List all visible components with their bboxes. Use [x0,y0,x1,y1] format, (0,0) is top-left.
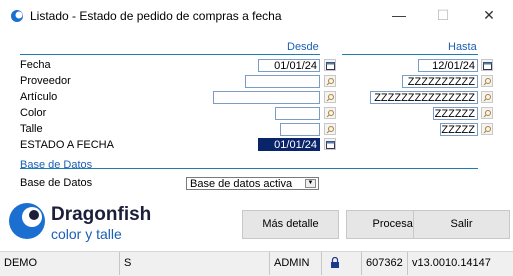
hasta-header: Hasta [448,41,477,53]
database-label: Base de Datos [20,177,93,189]
proveedor-label: Proveedor [20,75,71,87]
color-hasta-input[interactable]: ZZZZZZ [433,107,478,120]
proveedor-hasta-input[interactable]: ZZZZZZZZZZ [402,75,478,88]
search-icon[interactable] [481,123,493,135]
hasta-rule [342,54,478,55]
window-title: Listado - Estado de pedido de compras a … [30,9,282,23]
color-desde-input[interactable] [275,107,320,120]
talle-label: Talle [20,123,43,135]
status-user: ADMIN [270,252,322,275]
articulo-hasta-input[interactable]: ZZZZZZZZZZZZZZZ [370,91,478,104]
proveedor-desde-input[interactable] [245,75,320,88]
status-flag: S [120,252,270,275]
search-icon[interactable] [324,91,336,103]
lock-icon [322,252,362,275]
fecha-desde-input[interactable]: 01/01/24 [258,59,320,72]
articulo-desde-input[interactable] [213,91,320,104]
talle-desde-input[interactable] [280,123,320,136]
search-icon[interactable] [324,123,336,135]
dragonfish-logo [9,203,45,239]
maximize-button[interactable]: ☐ [428,4,458,26]
search-icon[interactable] [481,75,493,87]
logo-tagline: color y talle [51,226,122,242]
database-section-title: Base de Datos [20,159,93,171]
database-select[interactable]: Base de datos activa ▼ [186,177,319,190]
desde-rule [20,54,320,55]
search-icon[interactable] [481,91,493,103]
search-icon[interactable] [324,75,336,87]
logo-name: Dragonfish [51,204,152,225]
minimize-button[interactable]: — [384,4,414,26]
calendar-icon[interactable] [481,59,493,71]
status-mode: DEMO [0,252,120,275]
estado-fecha-input[interactable]: 01/01/24 [258,138,320,151]
database-rule [20,168,478,169]
fecha-hasta-input[interactable]: 12/01/24 [418,59,478,72]
mas-detalle-button[interactable]: Más detalle [242,210,339,239]
estado-label: ESTADO A FECHA [20,139,114,151]
app-icon [11,10,23,22]
calendar-icon[interactable] [324,59,336,71]
fecha-label: Fecha [20,59,51,71]
title-bar: Listado - Estado de pedido de compras a … [0,0,513,31]
status-version: v13.0010.14147 [412,257,491,269]
calendar-icon[interactable] [324,138,336,150]
salir-button[interactable]: Salir [413,210,510,239]
form-panel: Desde Hasta Fecha 01/01/24 12/01/24 Prov… [0,31,513,251]
desde-header: Desde [287,41,319,53]
search-icon[interactable] [324,107,336,119]
status-code: 607362 [362,252,408,275]
database-select-value: Base de datos activa [190,178,293,190]
search-icon[interactable] [481,107,493,119]
chevron-down-icon[interactable]: ▼ [305,179,316,188]
color-label: Color [20,107,47,119]
status-bar: DEMO S ADMIN 607362 v13.0010.14147 [0,251,513,275]
articulo-label: Artículo [20,91,58,103]
close-button[interactable]: ✕ [474,4,504,26]
talle-hasta-input[interactable]: ZZZZZ [440,123,478,136]
